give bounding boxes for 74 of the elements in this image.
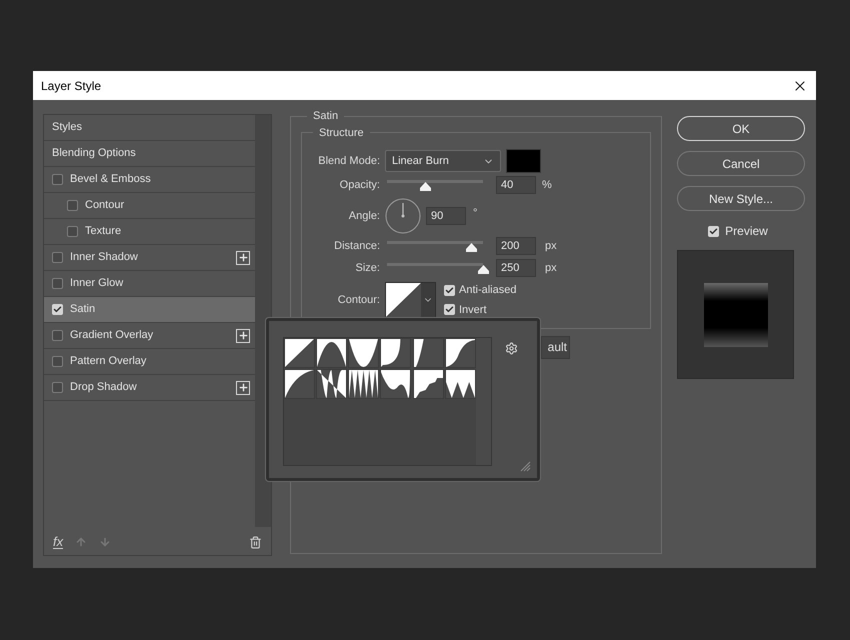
checkbox[interactable] [52,330,63,341]
slider-thumb[interactable] [478,264,489,274]
style-label: Texture [85,224,122,240]
contour-picker[interactable] [385,282,436,318]
checkbox[interactable] [67,200,78,211]
dialog-button[interactable]: Cancel [677,151,805,176]
style-list-item[interactable]: Satin [44,297,255,323]
field-label: Distance: [333,238,380,254]
fx-button[interactable]: fx [53,535,64,549]
style-label: Bevel & Emboss [70,172,152,188]
dialog-button[interactable]: New Style... [677,186,805,211]
value-field[interactable]: 90 [426,207,466,225]
style-label: Pattern Overlay [70,354,148,370]
style-label: Inner Glow [70,276,124,292]
checkbox[interactable] [52,382,63,393]
add-icon[interactable] [236,380,250,394]
contour-preset-icon[interactable] [316,338,348,368]
angle-dial[interactable] [385,198,421,234]
contour-preset-icon[interactable] [444,369,476,399]
checkbox[interactable] [52,304,63,315]
preview-label: Preview [725,223,768,240]
unit-label: ° [473,206,478,221]
contour-preset-icon[interactable] [284,369,315,399]
checkbox[interactable] [52,252,63,263]
value-field[interactable]: 200 [496,237,536,255]
group-title: Structure [318,126,365,140]
contour-preset-icon[interactable] [412,338,444,368]
unit-label: % [542,178,552,193]
field-label: Contour: [336,292,380,308]
contour-preset-icon[interactable] [412,369,444,399]
field-label: Size: [354,260,380,276]
blend-mode-dropdown[interactable]: Linear Burn [385,150,501,172]
resize-grip-icon[interactable] [520,461,531,472]
contour-preset-icon[interactable] [316,369,348,399]
add-icon[interactable] [236,328,250,342]
unit-label: px [545,238,557,254]
value-field[interactable]: 250 [496,259,536,277]
delete-icon[interactable] [249,536,262,548]
checkbox-label: Anti-aliased [459,283,516,298]
preview-square [704,282,768,346]
checkbox[interactable] [52,356,63,367]
checkbox[interactable] [67,226,78,237]
style-label: Inner Shadow [70,250,139,266]
contour-preset-icon[interactable] [284,338,315,368]
dialog-button[interactable]: OK [677,116,805,141]
field-label: Angle: [348,208,380,224]
checkbox[interactable] [444,304,455,316]
checkbox[interactable] [444,284,455,296]
style-label: Gradient Overlay [70,328,154,344]
style-label: Contour [85,198,126,214]
checkbox-label: Invert [459,302,487,318]
field-label: Blend Mode: [317,154,380,169]
style-label: Styles [52,120,83,136]
settings-icon[interactable] [505,342,518,355]
contour-preset-icon[interactable] [380,369,412,399]
group-title: Satin [312,109,340,124]
checkbox[interactable] [52,278,63,289]
contour-preset-icon[interactable] [380,338,412,368]
style-label: Satin [70,302,96,318]
style-label: Blending Options [52,146,137,162]
checkbox[interactable] [708,226,720,236]
popup-scrollbar[interactable] [476,338,491,465]
window-title: Layer Style [41,78,102,94]
default-button[interactable]: ault [541,336,570,358]
contour-preset-icon[interactable] [348,338,380,368]
unit-label: px [545,260,557,276]
contour-preset-icon[interactable] [444,338,476,368]
style-label: Drop Shadow [70,380,138,396]
contour-preset-icon[interactable] [348,369,380,399]
add-icon[interactable] [236,250,250,264]
field-label: Opacity: [338,178,380,193]
value-field[interactable]: 40 [496,176,536,194]
color-swatch[interactable] [506,149,541,173]
checkbox[interactable] [52,174,63,185]
